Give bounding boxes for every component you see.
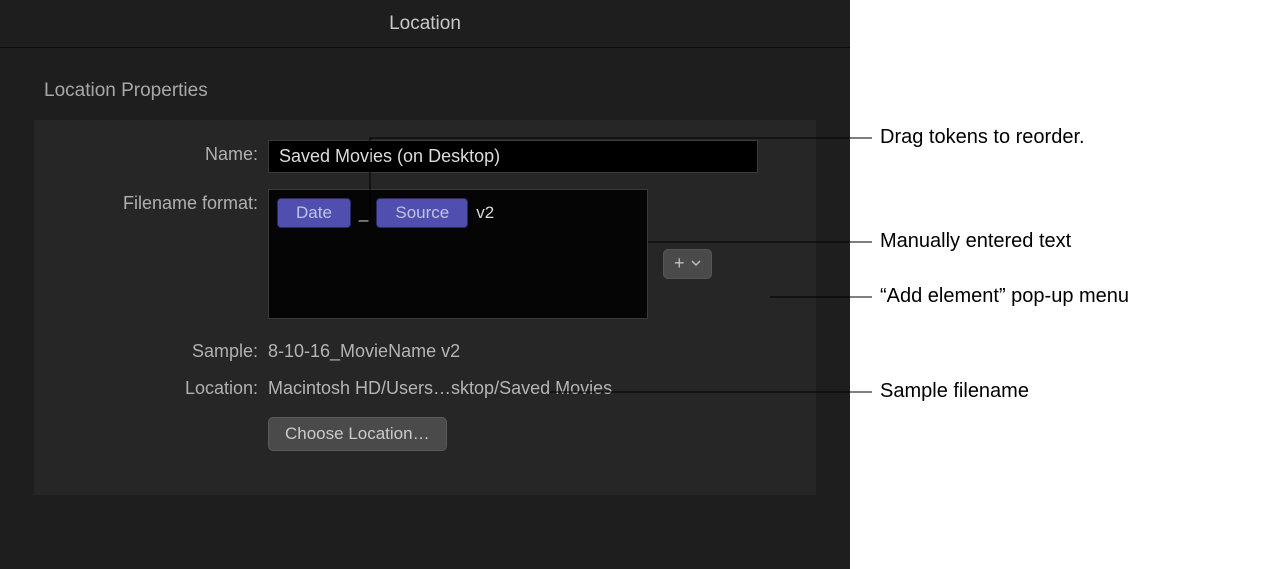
location-row: Location: Macintosh HD/Users…sktop/Saved… bbox=[58, 374, 792, 399]
token-separator: _ bbox=[351, 203, 376, 223]
location-value: Macintosh HD/Users…sktop/Saved Movies bbox=[268, 374, 792, 399]
source-token[interactable]: Source bbox=[376, 198, 468, 228]
sample-label: Sample: bbox=[58, 337, 268, 362]
add-element-button[interactable]: + bbox=[663, 249, 712, 279]
choose-row: Choose Location… bbox=[58, 417, 792, 451]
manual-text[interactable]: v2 bbox=[468, 203, 494, 223]
name-input[interactable] bbox=[268, 140, 758, 173]
callout-sample-filename: Sample filename bbox=[880, 380, 1029, 403]
callout-add-element: “Add element” pop-up menu bbox=[880, 285, 1129, 308]
section-header: Location Properties bbox=[0, 48, 850, 120]
callout-drag-tokens: Drag tokens to reorder. bbox=[880, 126, 1085, 149]
panel-title-text: Location bbox=[389, 13, 461, 35]
filename-format-label: Filename format: bbox=[58, 189, 268, 214]
callout-manual-text: Manually entered text bbox=[880, 230, 1071, 253]
filename-format-field[interactable]: Date _ Source v2 bbox=[268, 189, 648, 319]
chevron-down-icon bbox=[691, 259, 701, 270]
location-panel: Location Location Properties Name: Filen… bbox=[0, 0, 850, 569]
properties-box: Name: Filename format: Date _ Source v2 … bbox=[34, 120, 816, 495]
date-token[interactable]: Date bbox=[277, 198, 351, 228]
sample-value: 8-10-16_MovieName v2 bbox=[268, 337, 792, 362]
panel-title: Location bbox=[0, 0, 850, 48]
location-label: Location: bbox=[58, 374, 268, 399]
plus-icon: + bbox=[674, 254, 685, 272]
sample-row: Sample: 8-10-16_MovieName v2 bbox=[58, 337, 792, 362]
name-label: Name: bbox=[58, 140, 268, 165]
filename-format-row: Filename format: Date _ Source v2 + bbox=[58, 189, 792, 319]
choose-location-button[interactable]: Choose Location… bbox=[268, 417, 447, 451]
name-row: Name: bbox=[58, 140, 792, 173]
